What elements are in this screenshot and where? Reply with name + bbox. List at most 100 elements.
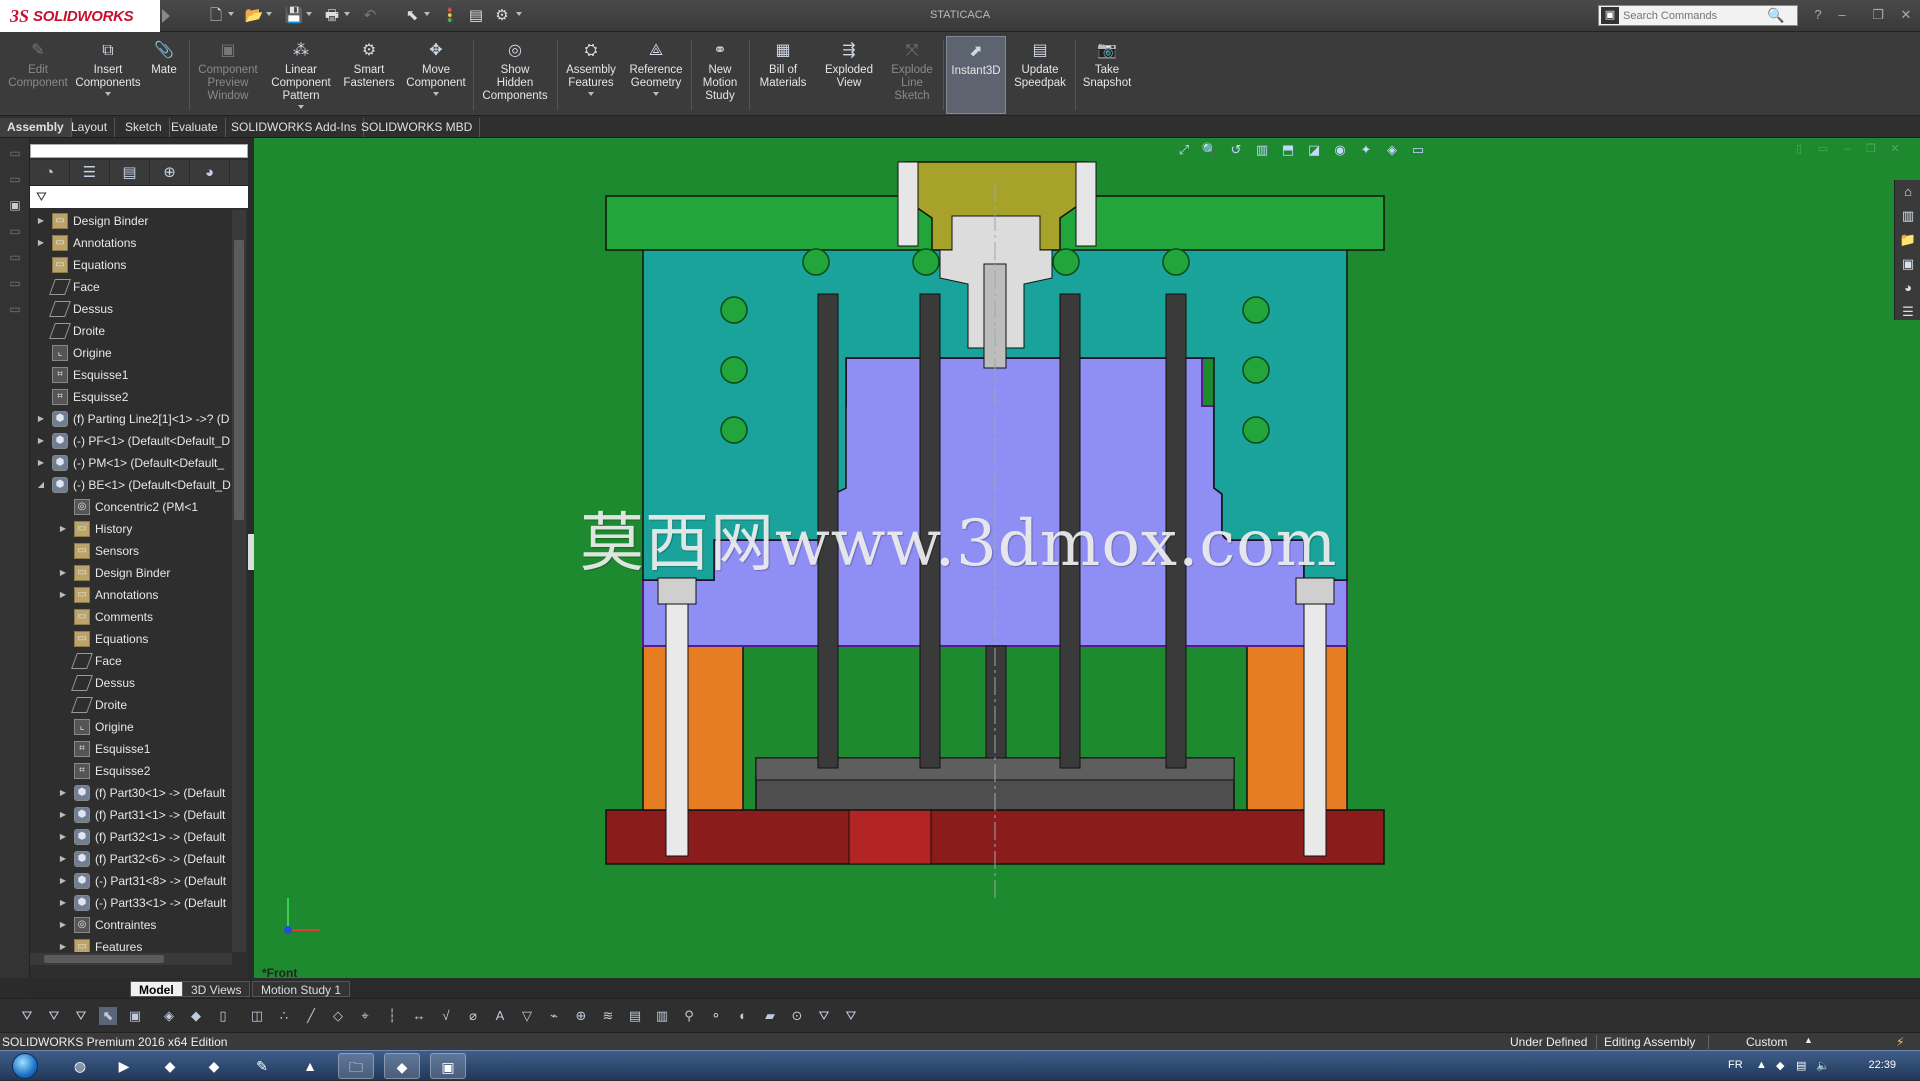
cooling-channel[interactable] [1242,296,1270,324]
filter-funnel-icon[interactable]: ⛛ [36,189,47,205]
cooling-channel[interactable] [720,356,748,384]
filter-edges-icon[interactable]: ⛛ [72,1007,90,1025]
filter-dimensions-icon[interactable]: ↔ [410,1007,428,1025]
rail-tool-3-icon[interactable]: ▣ [8,198,22,212]
take-snapshot-button[interactable]: 📷 Take Snapshot [1078,36,1136,114]
assembly-features-button[interactable]: ⛭ Assembly Features [560,36,622,114]
rail-tool-5-icon[interactable]: ▭ [8,250,22,264]
filter-center-marks-icon[interactable]: ⌖ [356,1007,374,1025]
tree-node[interactable]: Droite [36,320,105,342]
explode-line-sketch-button[interactable]: ⤧ Explode Line Sketch [884,36,940,114]
display-manager-tab-icon[interactable]: ◕ [190,160,230,186]
apply-scene-icon[interactable]: ◈ [1382,140,1402,160]
file-explorer-taskbar-icon[interactable]: 🗀 [338,1053,374,1079]
zoom-to-area-icon[interactable]: 🔍 [1200,140,1220,160]
tree-filter[interactable]: ⛛ [30,186,248,208]
bill-of-materials-button[interactable]: ▦ Bill of Materials [752,36,814,114]
media-player-icon[interactable]: ▶ [106,1053,142,1079]
filter-routing-points-icon[interactable]: ⚬ [707,1007,725,1025]
expand-arrow-icon[interactable]: ▶ [36,458,46,468]
design-library-icon[interactable]: ▥ [1895,204,1920,228]
tree-node[interactable]: ▶ ▭ Annotations [36,232,136,254]
cooling-channel[interactable] [1052,248,1080,276]
filter-surface-finish-icon[interactable]: √ [437,1007,455,1025]
undo-icon[interactable]: ↶ [360,6,380,26]
tab-sketch[interactable]: Sketch [118,118,170,137]
expand-arrow-icon[interactable]: ▶ [58,788,68,798]
tab-solidworks-mbd[interactable]: SOLIDWORKS MBD [354,118,481,137]
expand-arrow-icon[interactable]: ▶ [58,590,68,600]
expand-arrow-icon[interactable]: ▶ [36,238,46,248]
filter-centerline-icon[interactable]: ┆ [383,1007,401,1025]
unit-system-button[interactable]: Custom [1746,1035,1787,1049]
save-dropdown-icon[interactable] [306,12,312,16]
previous-view-icon[interactable]: ↺ [1226,140,1246,160]
insert-components-button[interactable]: ⧉ Insert Components [75,36,141,114]
tree-node[interactable]: ▭ Equations [58,628,148,650]
rail-tool-4-icon[interactable]: ▭ [8,224,22,238]
tree-node[interactable]: Face [36,276,100,298]
dropdown-arrow-icon[interactable] [653,92,659,96]
display-style-icon[interactable]: ◪ [1304,140,1324,160]
panel-handle[interactable] [30,144,248,158]
dropdown-arrow-icon[interactable] [433,92,439,96]
file-explorer-icon[interactable]: 📁 [1895,228,1920,252]
tree-node[interactable]: ⌗ Esquisse1 [58,738,150,760]
rebuild-icon[interactable]: 🚦 [440,6,460,26]
dropdown-arrow-icon[interactable] [105,92,111,96]
cooling-channel[interactable] [1242,356,1270,384]
filter-vertices-icon[interactable]: ⛛ [45,1007,63,1025]
filter-faces-icon[interactable]: ▣ [126,1007,144,1025]
rebuild-status-icon[interactable]: ⚡ [1896,1035,1904,1049]
tree-node[interactable]: ▶ ▭ History [58,518,132,540]
expand-arrow-icon[interactable]: ▶ [36,436,46,446]
tree-node[interactable]: Dessus [58,672,135,694]
open-dropdown-icon[interactable] [266,12,272,16]
tree-node[interactable]: ⌞ Origine [58,716,134,738]
filter-all-icon[interactable]: ⛛ [815,1007,833,1025]
filter-dowel-pins-icon[interactable]: ▥ [653,1007,671,1025]
filter-toolbar-icon[interactable]: ⛛ [18,1007,36,1025]
top-screw-left[interactable] [897,161,919,247]
expand-arrow-icon[interactable]: ▶ [36,414,46,424]
collapse-arrow-icon[interactable]: ◢ [36,480,46,490]
tree-node[interactable]: Dessus [36,298,113,320]
show-hidden-components-button[interactable]: ◎ Show Hidden Components [476,36,554,114]
viewport-restore-icon[interactable]: ❐ [1864,142,1878,156]
tab-solidworks-add-ins[interactable]: SOLIDWORKS Add-Ins [224,118,365,137]
select-dropdown-icon[interactable] [424,12,430,16]
filter-blocks-icon[interactable]: ▤ [626,1007,644,1025]
options-dropdown-icon[interactable] [516,12,522,16]
home-icon[interactable]: ⌂ [1895,180,1920,204]
view-palette-icon[interactable]: ▣ [1895,252,1920,276]
expand-arrow-icon[interactable]: ▶ [36,216,46,226]
tray-expand-icon[interactable]: ▲ [1756,1059,1767,1071]
expand-arrow-icon[interactable]: ▶ [58,920,68,930]
expand-arrow-icon[interactable]: ▶ [58,876,68,886]
cooling-channel[interactable] [1162,248,1190,276]
move-component-button[interactable]: ✥ Move Component [402,36,470,114]
cooling-channel[interactable] [720,416,748,444]
tree-vertical-scrollbar[interactable] [232,210,246,952]
rail-tool-7-icon[interactable]: ▭ [8,302,22,316]
edit-appearance-icon[interactable]: ✦ [1356,140,1376,160]
zoom-to-fit-icon[interactable]: ⤢ [1174,140,1194,160]
sprue-puller-pin[interactable] [985,645,1007,759]
viewport-link-icon[interactable]: ▭ [1816,142,1830,156]
tree-node[interactable]: ▶ ▭ Design Binder [36,210,148,232]
model-tab-3d-views[interactable]: 3D Views [182,981,251,997]
update-speedpak-button[interactable]: ▤ Update Speedpak [1008,36,1072,114]
linear-component-pattern-button[interactable]: ⁂ Linear Component Pattern [266,36,336,114]
cooling-channel[interactable] [720,296,748,324]
instant3d-button[interactable]: ⬈ Instant3D [946,36,1006,114]
filter-surface-bodies-icon[interactable]: ◈ [160,1007,178,1025]
viewport-minimize-icon[interactable]: – [1840,142,1854,156]
tree-node[interactable]: ▭ Comments [58,606,153,628]
save-icon[interactable]: 💾 [284,6,304,26]
expand-arrow-icon[interactable]: ▶ [58,810,68,820]
cooling-channel[interactable] [1242,416,1270,444]
filter-geometric-tolerance-icon[interactable]: ⌀ [464,1007,482,1025]
top-screw-right[interactable] [1075,161,1097,247]
mate-button[interactable]: 📎 Mate [142,36,186,114]
viewport-split-icon[interactable]: ▯ [1792,142,1806,156]
